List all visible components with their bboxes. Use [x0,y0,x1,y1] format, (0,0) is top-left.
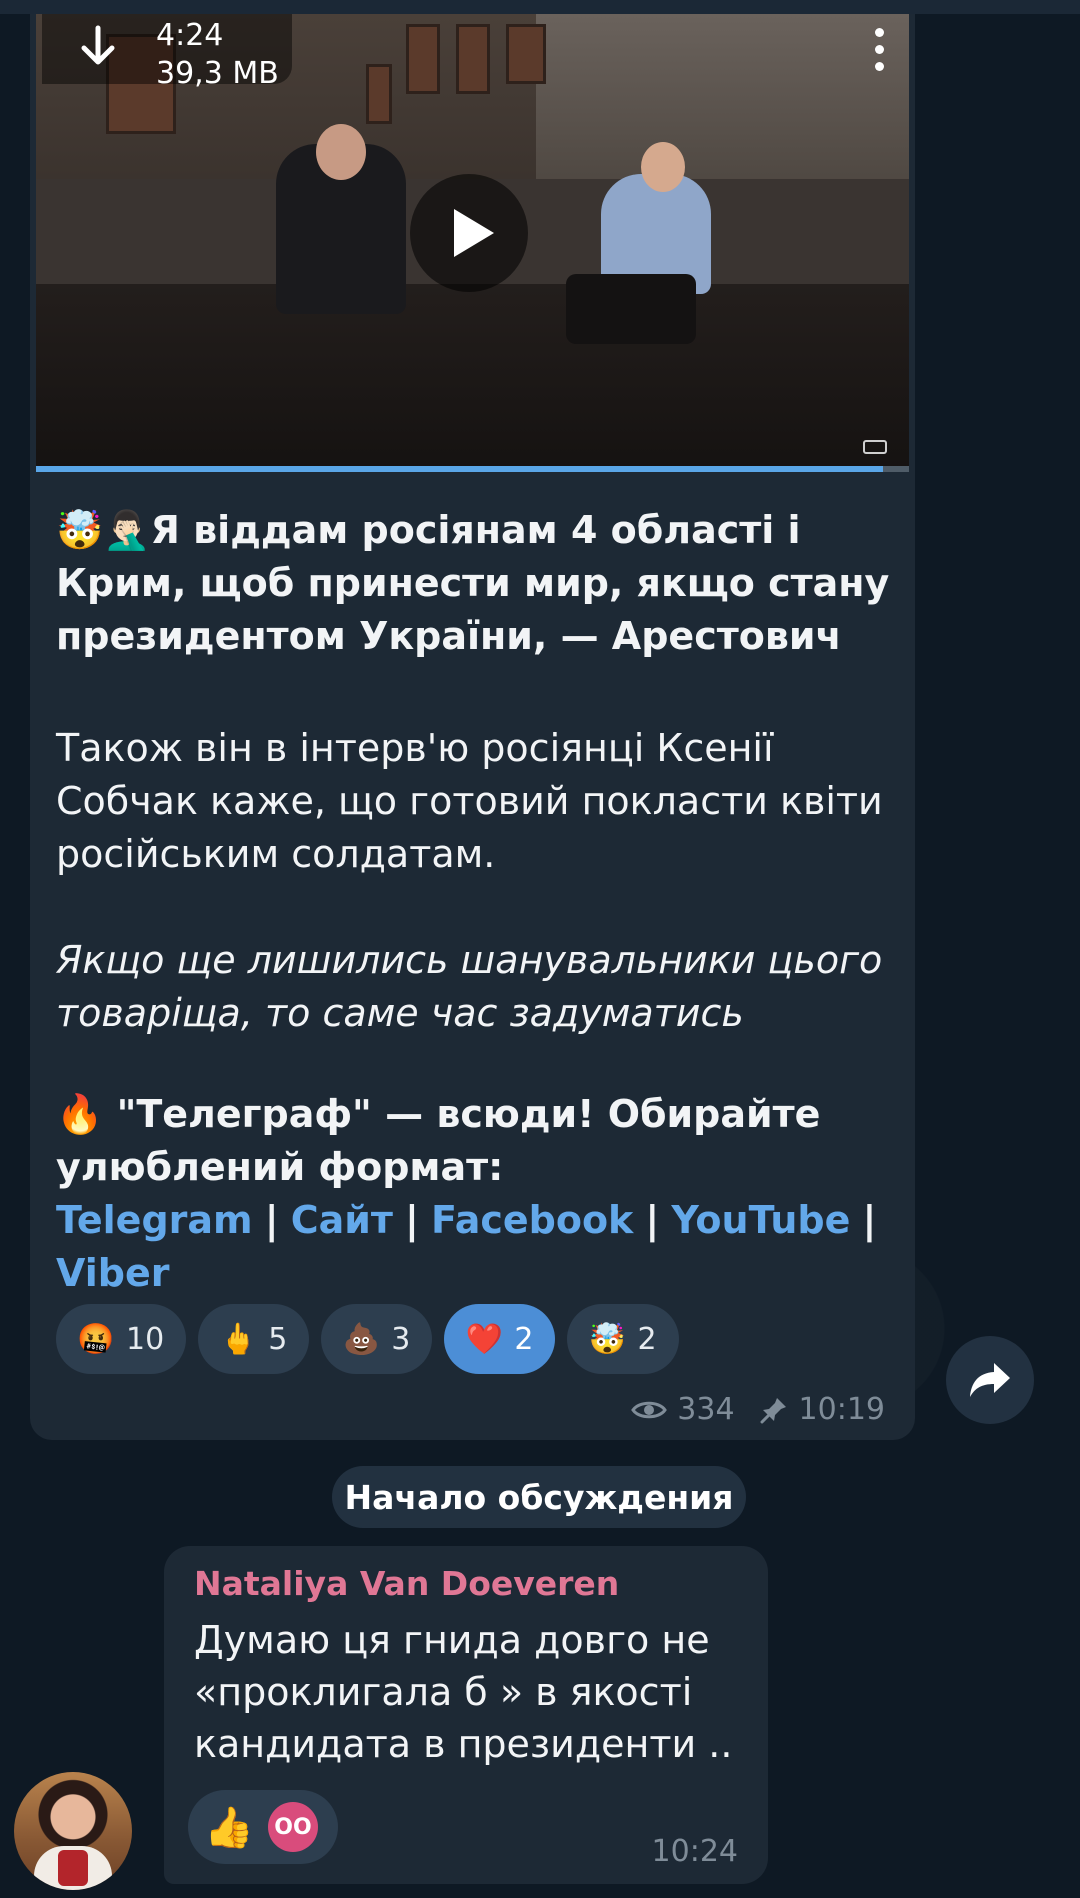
reaction-count: 5 [268,1321,288,1357]
promo-text: "Телеграф" — всюди! Обирайте улюблений ф… [56,1092,821,1189]
post-meta: 334 10:19 [631,1392,885,1427]
download-arrow-icon[interactable] [78,24,118,70]
discussion-start-divider: Начало обсуждения [332,1466,746,1528]
forward-arrow-icon [970,1363,1010,1397]
video-size: 39,3 MB [156,56,279,91]
video-progress-fill [36,466,883,472]
reaction-cursing[interactable]: 🤬 10 [56,1304,187,1374]
play-button[interactable] [410,174,528,292]
post-reactions: 🤬 10 🖕 5 💩 3 ❤️ 2 🤯 2 [56,1304,679,1374]
link-separator: | [862,1198,877,1242]
link-separator: | [404,1198,419,1242]
link-telegram[interactable]: Telegram [56,1198,253,1242]
video-duration: 4:24 [156,18,224,53]
commenter-avatar[interactable] [14,1772,132,1890]
reactor-avatar: OO [268,1802,318,1852]
reaction-count: 10 [126,1321,165,1357]
comment-reaction[interactable]: 👍 OO [188,1790,338,1864]
link-separator: | [645,1198,660,1242]
cursing-face-icon: 🤬 [77,1321,115,1357]
pin-icon [760,1397,786,1423]
top-strip [0,0,1080,14]
download-pill[interactable]: 4:24 39,3 MB [42,14,292,91]
video-preview[interactable]: 4:24 39,3 MB [36,14,909,472]
post-promo: 🔥 "Телеграф" — всюди! Обирайте улюблений… [56,1088,896,1194]
headline-emoji: 🤯🤦🏻‍♂️ [56,508,151,552]
views-eye-icon [631,1401,668,1418]
link-separator: | [264,1198,279,1242]
reaction-heart[interactable]: ❤️ 2 [444,1304,556,1374]
reaction-poop[interactable]: 💩 3 [321,1304,433,1374]
reaction-exploding-head[interactable]: 🤯 2 [567,1304,679,1374]
middle-finger-icon: 🖕 [219,1321,257,1357]
comment-bubble: Nataliya Van Doeveren Думаю ця гнида дов… [164,1546,768,1884]
heart-icon: ❤️ [465,1321,504,1357]
more-options-icon[interactable] [869,28,889,74]
comment-author[interactable]: Nataliya Van Doeveren [194,1564,619,1603]
reaction-count: 2 [514,1321,534,1357]
pip-icon [863,440,887,454]
post-time: 10:19 [798,1392,885,1427]
post-links: Telegram | Сайт | Facebook | YouTube | V… [56,1194,896,1300]
headline-text: Я віддам росіянам 4 області і Крим, щоб … [56,508,890,658]
comment-time: 10:24 [651,1834,738,1869]
poop-icon: 💩 [342,1321,380,1357]
post-headline: 🤯🤦🏻‍♂️Я віддам росіянам 4 області і Крим… [56,504,896,663]
forward-button[interactable] [946,1336,1034,1424]
views-count: 334 [677,1392,735,1427]
thumbs-up-icon: 👍 [204,1804,254,1851]
comment-text: Думаю ця гнида довго не «проклигала б » … [194,1618,733,1766]
post-paragraph-2: Якщо ще лишились шанувальники цього това… [56,938,883,1035]
reaction-count: 2 [637,1321,657,1357]
reaction-middle-finger[interactable]: 🖕 5 [198,1304,310,1374]
link-site[interactable]: Сайт [291,1198,393,1242]
post-paragraph-1: Також він в інтерв'ю росіянці Ксенії Соб… [56,726,883,876]
link-viber[interactable]: Viber [56,1251,169,1295]
reaction-count: 3 [391,1321,411,1357]
link-youtube[interactable]: YouTube [671,1198,850,1242]
channel-post: 4:24 39,3 MB 🤯🤦🏻‍♂️Я віддам росіянам 4 о… [30,14,915,1440]
fire-icon: 🔥 [56,1092,104,1136]
link-facebook[interactable]: Facebook [431,1198,633,1242]
exploding-head-icon: 🤯 [588,1321,627,1357]
